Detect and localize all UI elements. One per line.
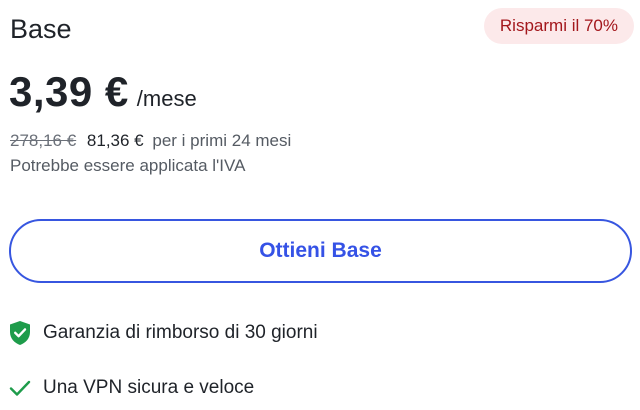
- feature-item-secure-vpn: Una VPN sicura e veloce: [8, 375, 254, 401]
- feature-label: Garanzia di rimborso di 30 giorni: [43, 322, 318, 343]
- feature-item-money-back: Garanzia di rimborso di 30 giorni: [8, 320, 318, 346]
- savings-badge: Risparmi il 70%: [483, 8, 634, 44]
- price-period: /mese: [136, 86, 197, 111]
- billing-period-text: per i primi 24 mesi: [152, 131, 292, 150]
- price-row: 3,39 € /mese: [9, 66, 197, 118]
- billing-details: 278,16 € 81,36 € per i primi 24 mesi: [10, 129, 291, 153]
- discounted-total-price: 81,36 €: [86, 131, 144, 150]
- plan-name: Base: [10, 14, 72, 44]
- get-plan-button[interactable]: Ottieni Base: [9, 219, 632, 283]
- shield-check-icon: [8, 320, 32, 346]
- checkmark-icon: [8, 375, 32, 401]
- original-price: 278,16 €: [10, 131, 77, 150]
- monthly-price: 3,39 €: [9, 68, 129, 115]
- feature-label: Una VPN sicura e veloce: [43, 377, 255, 398]
- vat-note: Potrebbe essere applicata l'IVA: [10, 156, 246, 175]
- plan-card: Base Risparmi il 70% 3,39 € /mese 278,16…: [0, 0, 640, 410]
